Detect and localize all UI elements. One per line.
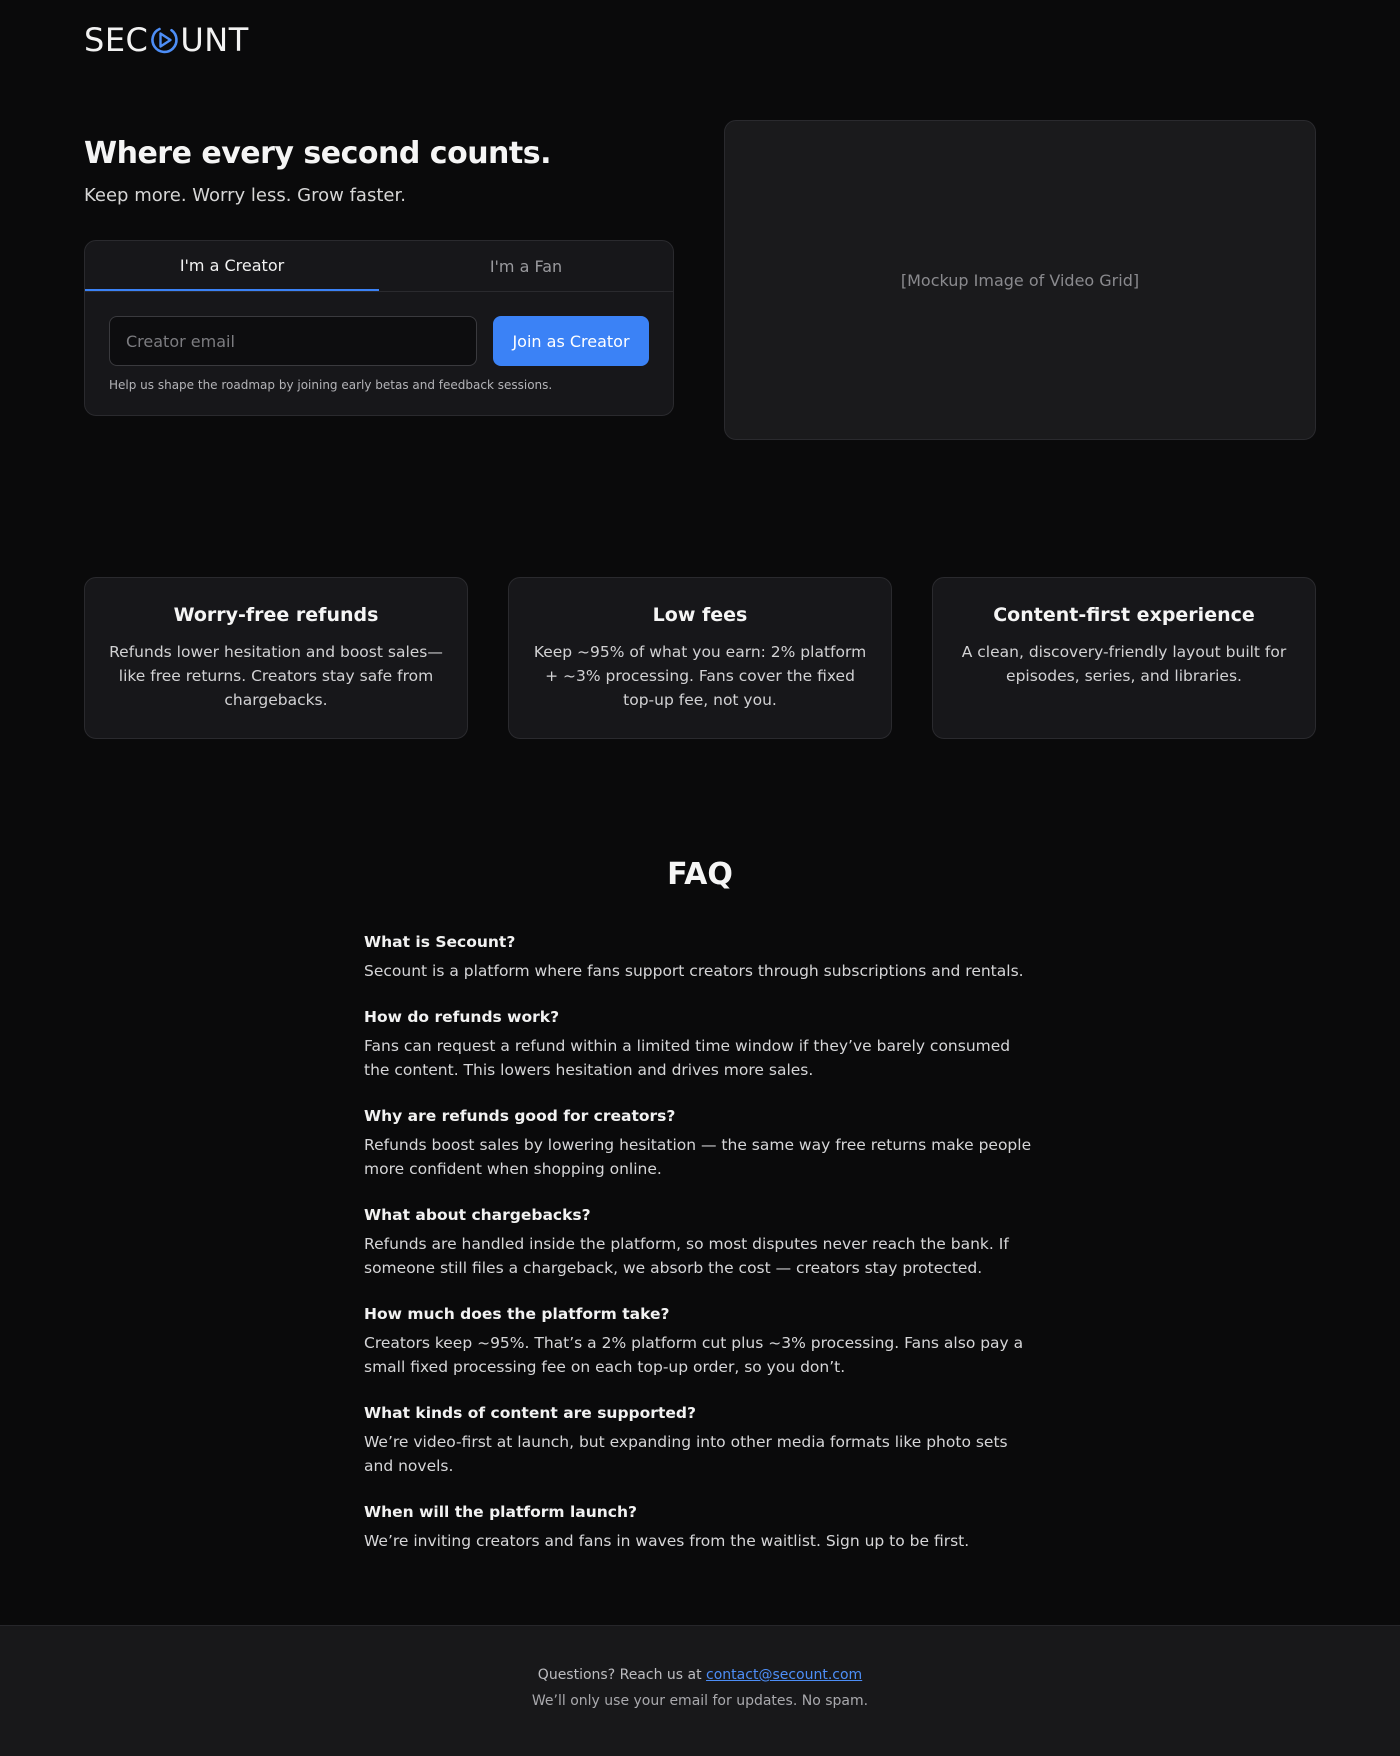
faq-answer: We’re inviting creators and fans in wave… — [364, 1532, 970, 1550]
feature-card-fees: Low fees Keep ~95% of what you earn: 2% … — [508, 577, 892, 739]
faq-item: What is Secount? Secount is a platform w… — [364, 932, 1036, 983]
feature-body: Keep ~95% of what you earn: 2% platform … — [533, 643, 867, 709]
hero-section: Where every second counts. Keep more. Wo… — [84, 120, 1316, 440]
faq-question: What kinds of content are supported? — [364, 1404, 696, 1422]
faq-item: How do refunds work? Fans can request a … — [364, 1007, 1036, 1082]
feature-title: Low fees — [652, 604, 748, 626]
logo-text-right: UNT — [180, 21, 249, 59]
faq-question: What about chargebacks? — [364, 1206, 591, 1224]
creator-email-input[interactable] — [109, 316, 477, 366]
faq-answer: Refunds are handled inside the platform,… — [364, 1235, 1009, 1277]
features-section: Worry-free refunds Refunds lower hesitat… — [84, 577, 1316, 739]
faq-answer: Creators keep ~95%. That’s a 2% platform… — [364, 1334, 1024, 1376]
mockup-placeholder-label: [Mockup Image of Video Grid] — [900, 270, 1140, 290]
footer-privacy-note: We’ll only use your email for updates. N… — [531, 1693, 869, 1709]
faq-answer: Fans can request a refund within a limit… — [364, 1037, 1011, 1079]
signup-form: Join as Creator — [85, 292, 673, 366]
faq-question: When will the platform launch? — [364, 1503, 637, 1521]
faq-question: How much does the platform take? — [364, 1305, 670, 1323]
faq-item: What about chargebacks? Refunds are hand… — [364, 1205, 1036, 1280]
logo-text-left: SEC — [84, 21, 149, 59]
footer-contact: Questions? Reach us at contact@secount.c… — [0, 1667, 1400, 1683]
faq-answer: Secount is a platform where fans support… — [364, 962, 1024, 980]
contact-email-link[interactable]: contact@secount.com — [706, 1667, 862, 1683]
audience-tabs: I'm a Creator I'm a Fan — [85, 241, 673, 292]
tab-creator[interactable]: I'm a Creator — [85, 241, 379, 291]
site-header: SEC UNT — [84, 0, 1316, 80]
faq-answer: Refunds boost sales by lowering hesitati… — [364, 1136, 1032, 1178]
video-grid-mockup: [Mockup Image of Video Grid] — [724, 120, 1316, 440]
hero-title: Where every second counts. — [84, 136, 552, 171]
feature-body: A clean, discovery-friendly layout built… — [961, 643, 1287, 685]
faq-item: When will the platform launch? We’re inv… — [364, 1502, 1036, 1553]
feature-card-content: Content-first experience A clean, discov… — [932, 577, 1316, 739]
play-circle-icon — [149, 25, 179, 55]
logo[interactable]: SEC UNT — [84, 24, 249, 56]
faq-item: What kinds of content are supported? We’… — [364, 1403, 1036, 1478]
faq-question: How do refunds work? — [364, 1008, 560, 1026]
faq-section: FAQ What is Secount? Secount is a platfo… — [364, 857, 1036, 1553]
faq-question: Why are refunds good for creators? — [364, 1107, 676, 1125]
tab-fan[interactable]: I'm a Fan — [379, 241, 673, 291]
hero-left: Where every second counts. Keep more. Wo… — [84, 120, 676, 440]
feature-title: Worry-free refunds — [173, 604, 379, 626]
faq-item: Why are refunds good for creators? Refun… — [364, 1106, 1036, 1181]
feature-title: Content-first experience — [993, 604, 1255, 626]
faq-answer: We’re video-first at launch, but expandi… — [364, 1433, 1008, 1475]
footer-question-text: Questions? Reach us at — [537, 1667, 707, 1683]
faq-item: How much does the platform take? Creator… — [364, 1304, 1036, 1379]
signup-hint: Help us shape the roadmap by joining ear… — [109, 378, 553, 392]
faq-title: FAQ — [667, 857, 733, 892]
feature-body: Refunds lower hesitation and boost sales… — [109, 643, 443, 709]
signup-card: I'm a Creator I'm a Fan Join as Creator … — [84, 240, 674, 416]
hero-subtitle: Keep more. Worry less. Grow faster. — [84, 185, 406, 206]
join-as-creator-button[interactable]: Join as Creator — [493, 316, 649, 366]
feature-card-refunds: Worry-free refunds Refunds lower hesitat… — [84, 577, 468, 739]
site-footer: Questions? Reach us at contact@secount.c… — [0, 1625, 1400, 1756]
faq-question: What is Secount? — [364, 933, 516, 951]
